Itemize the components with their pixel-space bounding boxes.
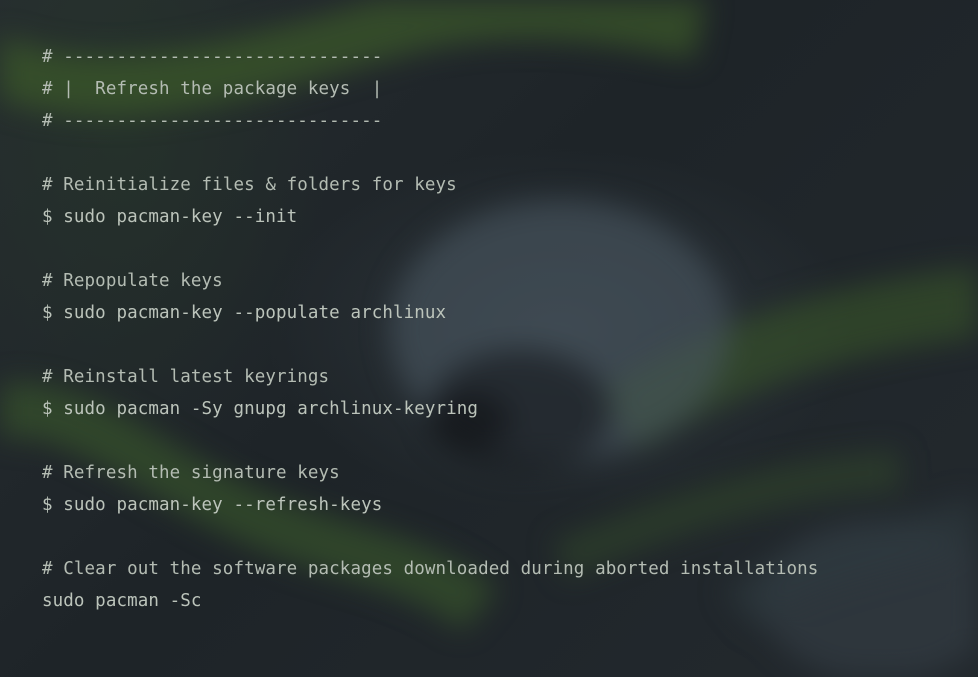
command-line: $ sudo pacman-key --init (42, 207, 298, 227)
comment-line: # Reinstall latest keyrings (42, 367, 330, 387)
command-line: $ sudo pacman-key --populate archlinux (42, 303, 447, 323)
terminal-output: # ------------------------------ # | Ref… (42, 41, 972, 617)
command-line: $ sudo pacman-key --refresh-keys (42, 495, 383, 515)
command-line: $ sudo pacman -Sy gnupg archlinux-keyrin… (42, 399, 479, 419)
comment-line: # Refresh the signature keys (42, 463, 340, 483)
comment-line: # ------------------------------ (42, 47, 383, 67)
comment-line: # | Refresh the package keys | (42, 79, 383, 99)
comment-line: # Repopulate keys (42, 271, 223, 291)
comment-line: # ------------------------------ (42, 111, 383, 131)
comment-line: # Clear out the software packages downlo… (42, 559, 819, 579)
command-line: sudo pacman -Sc (42, 591, 202, 611)
comment-line: # Reinitialize files & folders for keys (42, 175, 457, 195)
